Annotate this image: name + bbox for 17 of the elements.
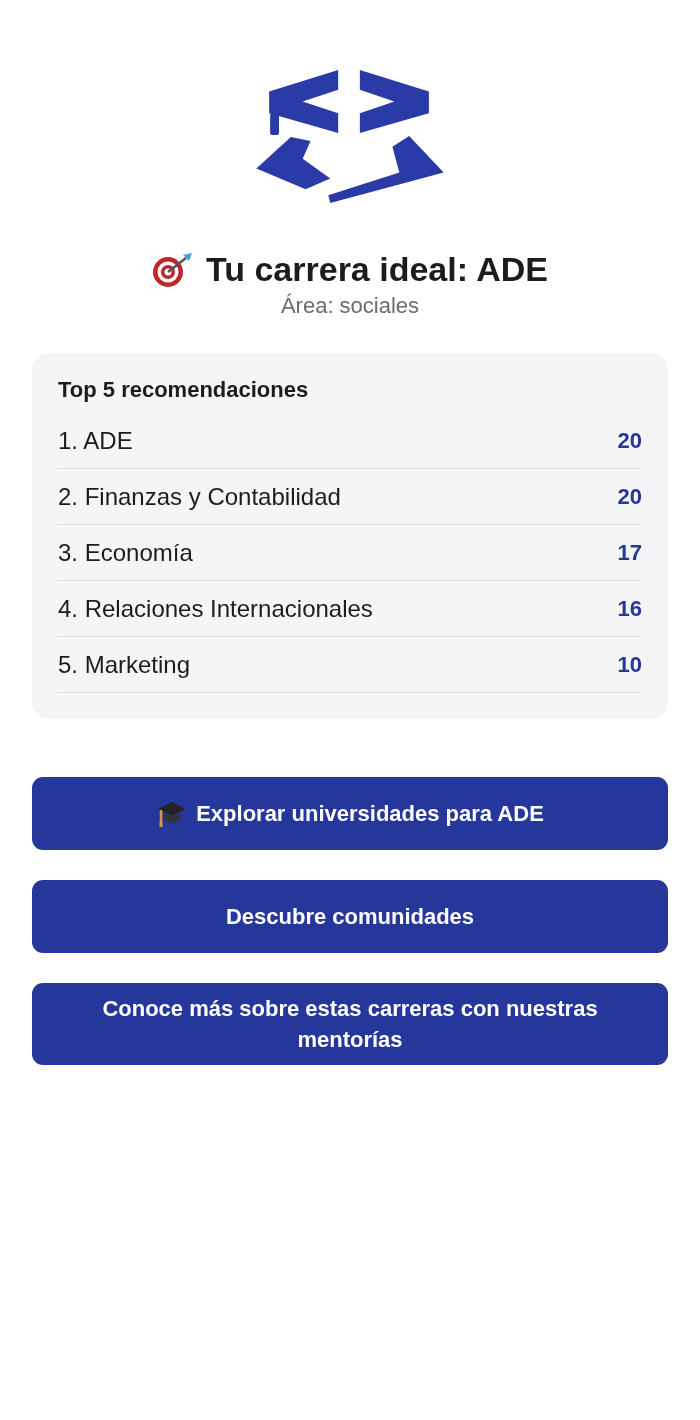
career-name: 4. Relaciones Internacionales [58, 594, 373, 623]
action-button[interactable]: Descubre comunidades [32, 880, 668, 953]
target-icon [152, 251, 194, 288]
career-name: 1. ADE [58, 426, 133, 455]
career-score: 10 [617, 651, 642, 678]
action-button[interactable]: Conoce más sobre estas carreras con nuestras mentorías [32, 983, 668, 1065]
career-name: 2. Finanzas y Contabilidad [58, 482, 341, 511]
career-score: 16 [617, 595, 642, 622]
career-name: 5. Marketing [58, 650, 191, 679]
result-title: Tu carrera ideal: ADE [206, 250, 548, 289]
career-name: 3. Economía [58, 538, 193, 567]
area-label: Área: sociales [280, 293, 420, 319]
career-score: 20 [617, 483, 642, 510]
card-title: Top 5 recomendaciones [58, 377, 310, 403]
career-score: 17 [617, 539, 642, 566]
career-score: 20 [617, 427, 642, 454]
action-button[interactable]: Explorar universidades para ADE [32, 777, 668, 850]
